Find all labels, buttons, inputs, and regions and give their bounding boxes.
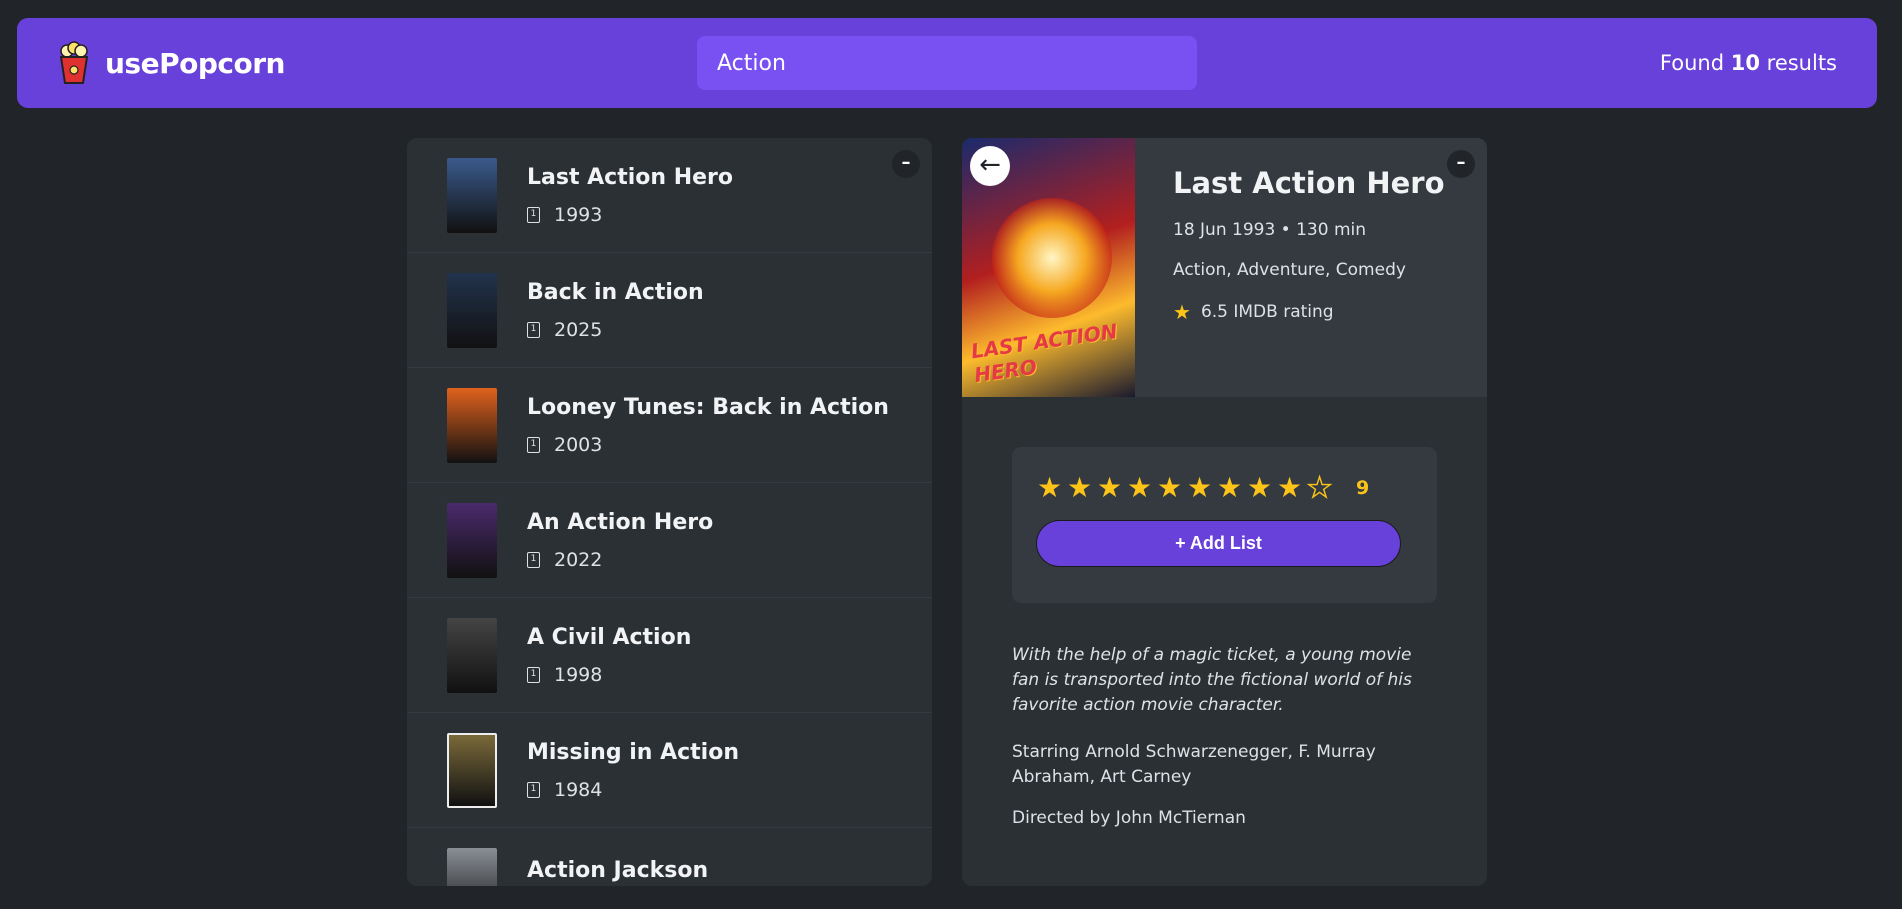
- results-suffix: results: [1766, 51, 1837, 75]
- movie-list-item[interactable]: Last Action Hero 1 1993: [407, 138, 932, 253]
- movie-year: 1 1998: [527, 664, 691, 686]
- rating-star-icon[interactable]: ★: [1306, 470, 1333, 504]
- details-title: Last Action Hero: [1173, 166, 1445, 200]
- starring-text: Starring Arnold Schwarzenegger, F. Murra…: [1012, 742, 1376, 787]
- search-input[interactable]: [697, 36, 1197, 90]
- results-prefix: Found: [1659, 51, 1725, 75]
- calendar-icon: 1: [527, 206, 540, 223]
- movie-year: 1 1993: [527, 204, 733, 226]
- movie-year: 1 2022: [527, 549, 713, 571]
- director-text: Directed by John McTiernan: [1012, 808, 1246, 828]
- poster-title: LAST ACTION HERO: [969, 319, 1119, 388]
- movie-year-text: 2022: [554, 548, 603, 571]
- calendar-icon: 1: [527, 666, 540, 683]
- plot-text: With the help of a magic ticket, a young…: [1012, 645, 1412, 715]
- calendar-icon: 1: [527, 321, 540, 338]
- collapse-list-button[interactable]: –: [892, 150, 920, 178]
- rating-star-icon[interactable]: ★: [1156, 471, 1183, 504]
- movie-thumbnail: [447, 272, 497, 348]
- movie-list-item[interactable]: An Action Hero 1 2022: [407, 483, 932, 598]
- popcorn-icon: [59, 41, 89, 84]
- logo: usePopcorn: [57, 41, 285, 85]
- poster-art: [992, 198, 1112, 318]
- movie-poster: ← LAST ACTION HERO: [962, 138, 1135, 397]
- calendar-icon: 1: [527, 436, 540, 453]
- movie-title: Back in Action: [527, 279, 704, 305]
- results-count: Found 10 results: [1660, 51, 1837, 75]
- movie-list-item[interactable]: Looney Tunes: Back in Action 1 2003: [407, 368, 932, 483]
- movie-list-item[interactable]: A Civil Action 1 1998: [407, 598, 932, 713]
- details-genre: Action, Adventure, Comedy: [1173, 260, 1406, 280]
- back-button[interactable]: ←: [970, 146, 1010, 186]
- movie-list-item[interactable]: Back in Action 1 2025: [407, 253, 932, 368]
- rating-box: ★ ★ ★ ★ ★ ★ ★ ★ ★ ★ 9 + Add List: [1012, 447, 1437, 603]
- movie-title: A Civil Action: [527, 624, 692, 650]
- imdb-rating: ★ 6.5 IMDB rating: [1173, 300, 1445, 324]
- imdb-rating-text: 6.5 IMDB rating: [1200, 302, 1334, 322]
- movie-title: Action Jackson: [527, 857, 709, 883]
- movie-info: A Civil Action 1 1998: [527, 625, 691, 686]
- movie-list-item[interactable]: Missing in Action 1 1984: [407, 713, 932, 828]
- rating-star-icon[interactable]: ★: [1096, 471, 1123, 504]
- calendar-icon: 1: [527, 781, 540, 798]
- movie-info: Back in Action 1 2025: [527, 280, 704, 341]
- details-release: 18 Jun 1993 • 130 min: [1173, 220, 1367, 240]
- movie-year-text: 2003: [554, 433, 603, 456]
- movie-title: Last Action Hero: [527, 164, 733, 190]
- movie-year: 1 2025: [527, 319, 704, 341]
- rating-star-icon[interactable]: ★: [1066, 471, 1093, 504]
- movie-info: Last Action Hero 1 1993: [527, 165, 733, 226]
- results-number: 10: [1730, 51, 1760, 75]
- rating-star-icon[interactable]: ★: [1186, 471, 1213, 504]
- movie-thumbnail: [447, 387, 497, 463]
- movie-thumbnail: [447, 617, 497, 693]
- movie-year-text: 2025: [554, 318, 603, 341]
- movie-year-text: 1984: [554, 778, 603, 801]
- add-list-button[interactable]: + Add List: [1036, 520, 1401, 567]
- rating-star-icon[interactable]: ★: [1216, 471, 1243, 504]
- movie-list-item[interactable]: Action Jackson 1: [407, 828, 932, 886]
- movie-info: An Action Hero 1 2022: [527, 510, 713, 571]
- details-header: ← LAST ACTION HERO Last Action Hero 18 J…: [962, 138, 1487, 397]
- calendar-icon: 1: [527, 551, 540, 568]
- rating-star-icon[interactable]: ★: [1246, 471, 1273, 504]
- movie-thumbnail: [447, 847, 497, 886]
- star-rating: ★ ★ ★ ★ ★ ★ ★ ★ ★ ★ 9: [1036, 470, 1413, 504]
- movie-thumbnail: [447, 502, 497, 578]
- rating-star-icon[interactable]: ★: [1126, 471, 1153, 504]
- star-icon: ★: [1173, 300, 1191, 324]
- movie-info: Action Jackson 1: [527, 858, 708, 887]
- movie-details-box: – ← LAST ACTION HERO Last Action Hero 18…: [962, 138, 1487, 886]
- user-rating-value: 9: [1356, 476, 1370, 499]
- movie-info: Looney Tunes: Back in Action 1 2003: [527, 395, 889, 456]
- movie-year: 1 2003: [527, 434, 889, 456]
- details-body: ★ ★ ★ ★ ★ ★ ★ ★ ★ ★ 9 + Add List With the help of …: [962, 397, 1487, 878]
- movie-year-text: 1998: [554, 663, 603, 686]
- app-name: usePopcorn: [105, 46, 285, 80]
- movie-year: 1 1984: [527, 779, 739, 801]
- rating-star-icon[interactable]: ★: [1036, 471, 1063, 504]
- rating-star-icon[interactable]: ★: [1276, 471, 1303, 504]
- movie-list-box: – Last Action Hero 1 1993 Back in Action…: [407, 138, 932, 886]
- nav-bar: usePopcorn Found 10 results: [17, 18, 1877, 108]
- movie-info: Missing in Action 1 1984: [527, 740, 739, 801]
- movie-thumbnail: [447, 157, 497, 233]
- movie-thumbnail: [447, 732, 497, 808]
- collapse-details-button[interactable]: –: [1447, 150, 1475, 178]
- movie-title: An Action Hero: [527, 509, 714, 535]
- movie-year-text: 1993: [554, 203, 603, 226]
- movie-title: Missing in Action: [527, 739, 739, 765]
- details-info: Last Action Hero 18 Jun 1993 • 130 min A…: [1135, 138, 1483, 397]
- movie-title: Looney Tunes: Back in Action: [527, 394, 889, 420]
- movie-list: Last Action Hero 1 1993 Back in Action 1…: [407, 138, 932, 886]
